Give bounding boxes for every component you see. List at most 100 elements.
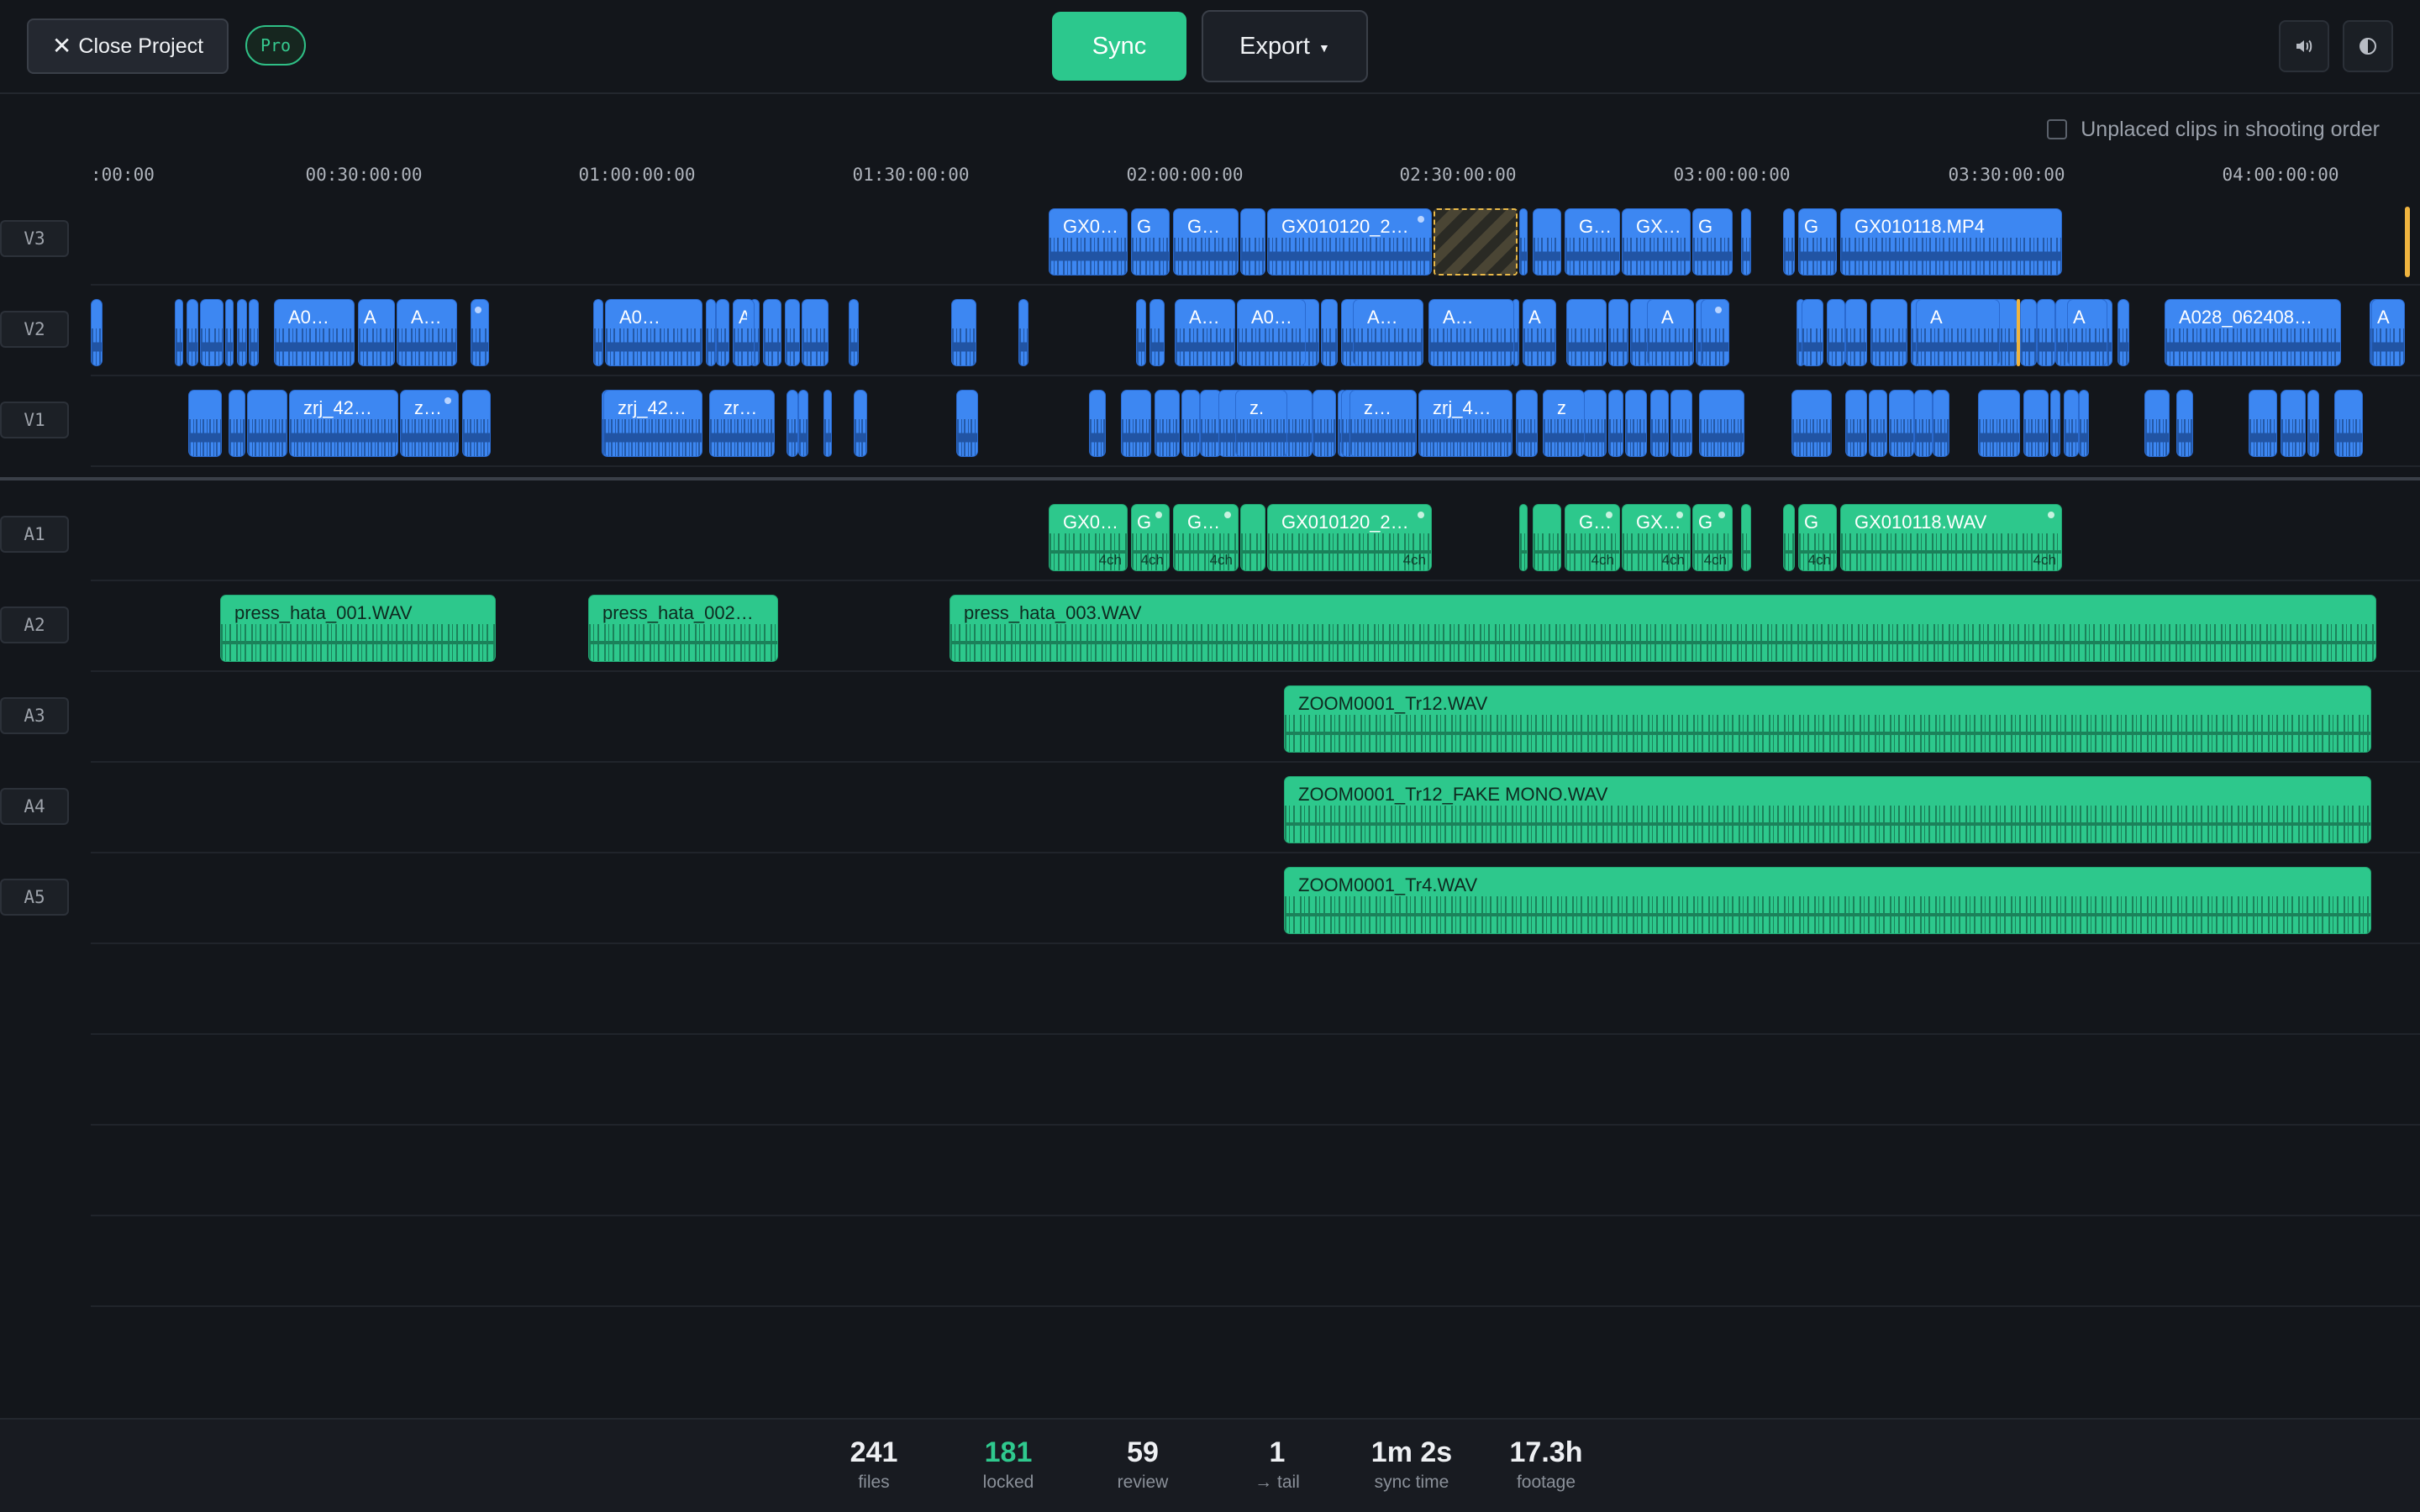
clip-fragment[interactable] bbox=[91, 299, 103, 366]
clip-fragment[interactable] bbox=[1791, 390, 1832, 457]
track-label-a4[interactable]: A4 bbox=[0, 788, 69, 825]
clip[interactable]: ZOOM0001_Tr12_FAKE MONO.WAV bbox=[1284, 776, 2371, 843]
clip[interactable]: ZOOM0001_Tr4.WAV bbox=[1284, 867, 2371, 934]
clip-fragment[interactable] bbox=[188, 390, 222, 457]
clip[interactable]: press_hata_001.WAV bbox=[220, 595, 496, 662]
clip-fragment[interactable] bbox=[175, 299, 183, 366]
clip[interactable]: A0… bbox=[1237, 299, 1306, 366]
clip-fragment[interactable] bbox=[716, 299, 729, 366]
clip-fragment[interactable] bbox=[229, 390, 245, 457]
clip[interactable]: G… 4ch bbox=[1565, 504, 1620, 571]
clip-fragment[interactable] bbox=[798, 390, 808, 457]
clip[interactable]: A bbox=[2371, 299, 2405, 366]
clip-fragment[interactable] bbox=[1827, 299, 1845, 366]
close-project-button[interactable]: ✕ Close Project bbox=[27, 18, 229, 74]
clip-fragment[interactable] bbox=[823, 390, 832, 457]
clip[interactable]: G 4ch bbox=[1131, 504, 1170, 571]
clip-fragment[interactable] bbox=[1741, 208, 1751, 276]
clip-fragment[interactable] bbox=[1181, 390, 1200, 457]
clip-fragment[interactable] bbox=[1870, 299, 1907, 366]
clip-fragment[interactable] bbox=[1802, 299, 1823, 366]
clip[interactable]: A bbox=[2067, 299, 2107, 366]
clip-fragment[interactable] bbox=[1845, 299, 1867, 366]
clip-fragment[interactable] bbox=[2020, 299, 2037, 366]
clip[interactable]: GX0… 4ch bbox=[1049, 504, 1128, 571]
clip-fragment[interactable] bbox=[1608, 299, 1628, 366]
sync-marker[interactable] bbox=[2017, 299, 2020, 366]
clip[interactable]: press_hata_003.WAV bbox=[950, 595, 2376, 662]
clip-fragment[interactable] bbox=[1699, 390, 1744, 457]
clip-fragment[interactable] bbox=[471, 299, 489, 366]
track-label-a2[interactable]: A2 bbox=[0, 606, 69, 643]
clip[interactable]: A0… bbox=[605, 299, 702, 366]
clip-fragment[interactable] bbox=[247, 390, 287, 457]
clip-fragment[interactable] bbox=[2281, 390, 2306, 457]
clip[interactable]: press_hata_002… bbox=[588, 595, 778, 662]
clip[interactable]: A0… bbox=[274, 299, 355, 366]
clip[interactable]: zrj_42… bbox=[289, 390, 398, 457]
clip-fragment[interactable] bbox=[1670, 390, 1692, 457]
clip-fragment[interactable] bbox=[593, 299, 603, 366]
clip-fragment[interactable] bbox=[2023, 390, 2049, 457]
clip-fragment[interactable] bbox=[706, 299, 716, 366]
clip-fragment[interactable] bbox=[2064, 390, 2079, 457]
clip-fragment[interactable] bbox=[1136, 299, 1146, 366]
clip[interactable]: GX010120_2… bbox=[1267, 208, 1432, 276]
clip-fragment[interactable] bbox=[951, 299, 976, 366]
clip-fragment[interactable] bbox=[849, 299, 859, 366]
clip[interactable]: A… bbox=[1428, 299, 1514, 366]
clip-fragment[interactable] bbox=[2050, 390, 2060, 457]
clip-fragment[interactable] bbox=[1321, 299, 1338, 366]
clip-fragment[interactable] bbox=[2307, 390, 2319, 457]
clip[interactable]: A028_062408… bbox=[2165, 299, 2341, 366]
clip[interactable]: GX010118.WAV 4ch bbox=[1840, 504, 2062, 571]
clip[interactable]: zrj_42… bbox=[603, 390, 702, 457]
clip-fragment[interactable] bbox=[785, 299, 800, 366]
playhead-marker[interactable] bbox=[2405, 207, 2410, 277]
clip-fragment[interactable] bbox=[1889, 390, 1914, 457]
clip[interactable]: ZOOM0001_Tr12.WAV bbox=[1284, 685, 2371, 753]
clip-fragment[interactable] bbox=[187, 299, 198, 366]
clip[interactable]: zrj_4… bbox=[1418, 390, 1512, 457]
timecode-ruler[interactable]: :00:00 00:30:00:00 01:00:00:00 01:30:00:00 0… bbox=[91, 160, 2420, 193]
track-label-a1[interactable]: A1 bbox=[0, 516, 69, 553]
sync-gap-placeholder[interactable] bbox=[1434, 208, 1518, 276]
clip[interactable]: A… bbox=[1175, 299, 1235, 366]
clip[interactable]: G… bbox=[1173, 208, 1239, 276]
clip[interactable]: z bbox=[1543, 390, 1585, 457]
clip-fragment[interactable] bbox=[1845, 390, 1867, 457]
unplaced-clips-checkbox[interactable] bbox=[2047, 119, 2068, 139]
clip[interactable]: A bbox=[1647, 299, 1694, 366]
clip[interactable]: A… bbox=[397, 299, 457, 366]
clip-fragment[interactable] bbox=[1650, 390, 1669, 457]
clip[interactable]: G… bbox=[1565, 208, 1620, 276]
clip-fragment[interactable] bbox=[854, 390, 867, 457]
clip[interactable]: z. bbox=[1235, 390, 1287, 457]
clip-fragment[interactable] bbox=[1869, 390, 1887, 457]
clip[interactable]: A… bbox=[1353, 299, 1423, 366]
clip-fragment[interactable] bbox=[1783, 208, 1795, 276]
clip[interactable]: A bbox=[358, 299, 395, 366]
clip[interactable]: GX… 4ch bbox=[1622, 504, 1691, 571]
clip-fragment[interactable] bbox=[2144, 390, 2170, 457]
clip-fragment[interactable] bbox=[802, 299, 829, 366]
clip-fragment[interactable] bbox=[763, 299, 781, 366]
clip-fragment[interactable] bbox=[786, 390, 798, 457]
clip-fragment[interactable] bbox=[956, 390, 978, 457]
clip[interactable]: G bbox=[1798, 208, 1837, 276]
clip[interactable]: GX010120_2… 4ch bbox=[1267, 504, 1432, 571]
clip-fragment[interactable] bbox=[1240, 208, 1265, 276]
clip-fragment[interactable] bbox=[1741, 504, 1751, 571]
clip-fragment[interactable] bbox=[200, 299, 224, 366]
clip[interactable]: A bbox=[1523, 299, 1556, 366]
clip-fragment[interactable] bbox=[249, 299, 259, 366]
clip-fragment[interactable] bbox=[1516, 390, 1538, 457]
clip-fragment[interactable] bbox=[1519, 208, 1528, 276]
clip[interactable]: G 4ch bbox=[1798, 504, 1837, 571]
clip-fragment[interactable] bbox=[1018, 299, 1028, 366]
track-label-v3[interactable]: V3 bbox=[0, 220, 69, 257]
clip-fragment[interactable] bbox=[1240, 504, 1265, 571]
clip-fragment[interactable] bbox=[1089, 390, 1106, 457]
clip-fragment[interactable] bbox=[237, 299, 247, 366]
clip-fragment[interactable] bbox=[1978, 390, 2020, 457]
